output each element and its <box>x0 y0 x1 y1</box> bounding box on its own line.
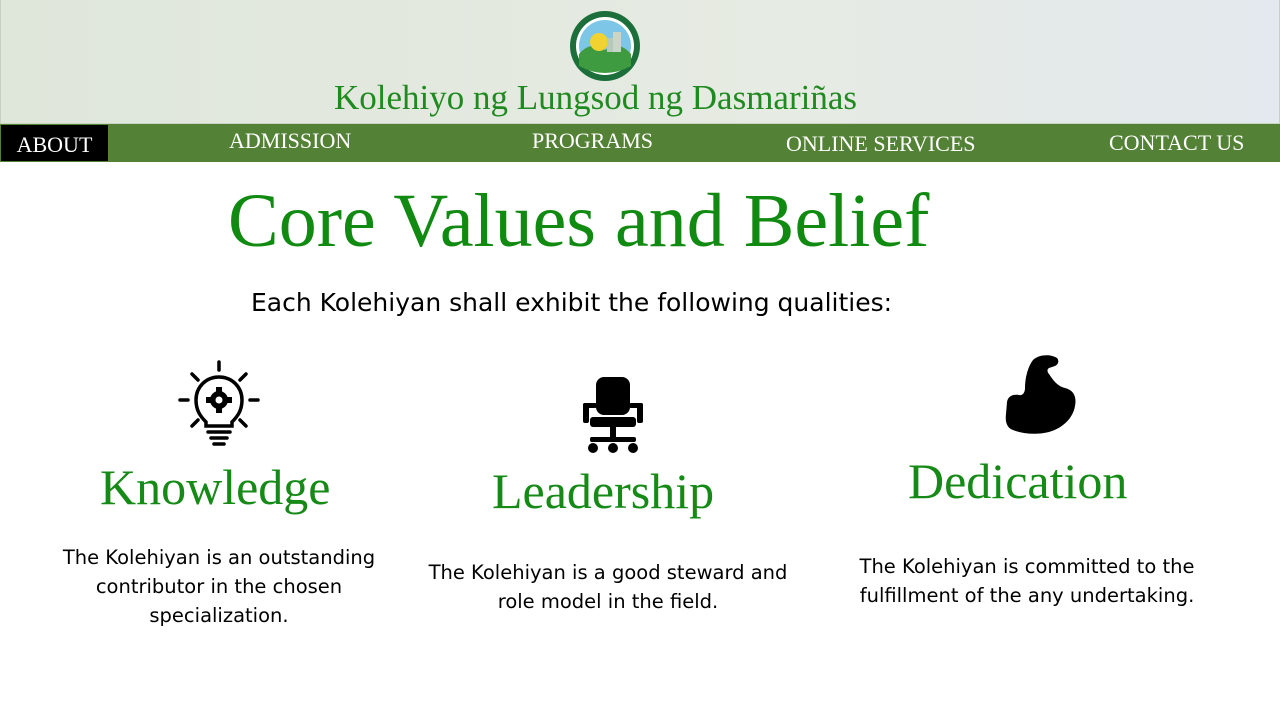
main-nav: ABOUT ADMISSION PROGRAMS ONLINE SERVICES… <box>0 124 1280 162</box>
value-name-dedication: Dedication <box>908 453 1128 509</box>
value-desc-leadership: The Kolehiyan is a good steward and role… <box>418 558 798 616</box>
flexed-arm-icon <box>1005 355 1076 434</box>
office-chair-icon <box>583 377 643 453</box>
nav-item-contact-us[interactable]: CONTACT US <box>1109 124 1244 162</box>
value-desc-line: The Kolehiyan is committed to the <box>859 555 1195 578</box>
value-name-leadership: Leadership <box>492 463 715 519</box>
value-desc-line: The Kolehiyan is a good steward and <box>428 561 788 584</box>
value-desc-line: The Kolehiyan is an outstanding <box>62 546 376 569</box>
value-name-knowledge: Knowledge <box>100 459 331 515</box>
lightbulb-gear-icon <box>178 360 260 446</box>
value-desc-line: specialization. <box>149 604 289 627</box>
nav-item-admission[interactable]: ADMISSION <box>229 122 351 160</box>
nav-item-about[interactable]: ABOUT <box>1 125 108 161</box>
value-desc-line: role model in the field. <box>497 590 719 613</box>
value-desc-line: fulfillment of the any undertaking. <box>859 584 1195 607</box>
nav-item-online-services[interactable]: ONLINE SERVICES <box>786 125 976 163</box>
nav-item-programs[interactable]: PROGRAMS <box>532 122 653 160</box>
city-seal-icon <box>570 11 640 81</box>
value-desc-dedication: The Kolehiyan is committed to the fulfil… <box>840 552 1214 610</box>
value-desc-line: contributor in the chosen <box>95 575 343 598</box>
page-title: Core Values and Belief <box>228 179 930 263</box>
page-subtitle: Each Kolehiyan shall exhibit the followi… <box>251 288 893 317</box>
value-desc-knowledge: The Kolehiyan is an outstanding contribu… <box>40 543 398 630</box>
site-title: Kolehiyo ng Lungsod ng Dasmariñas <box>334 78 857 117</box>
header-banner: Kolehiyo ng Lungsod ng Dasmariñas <box>0 0 1280 124</box>
